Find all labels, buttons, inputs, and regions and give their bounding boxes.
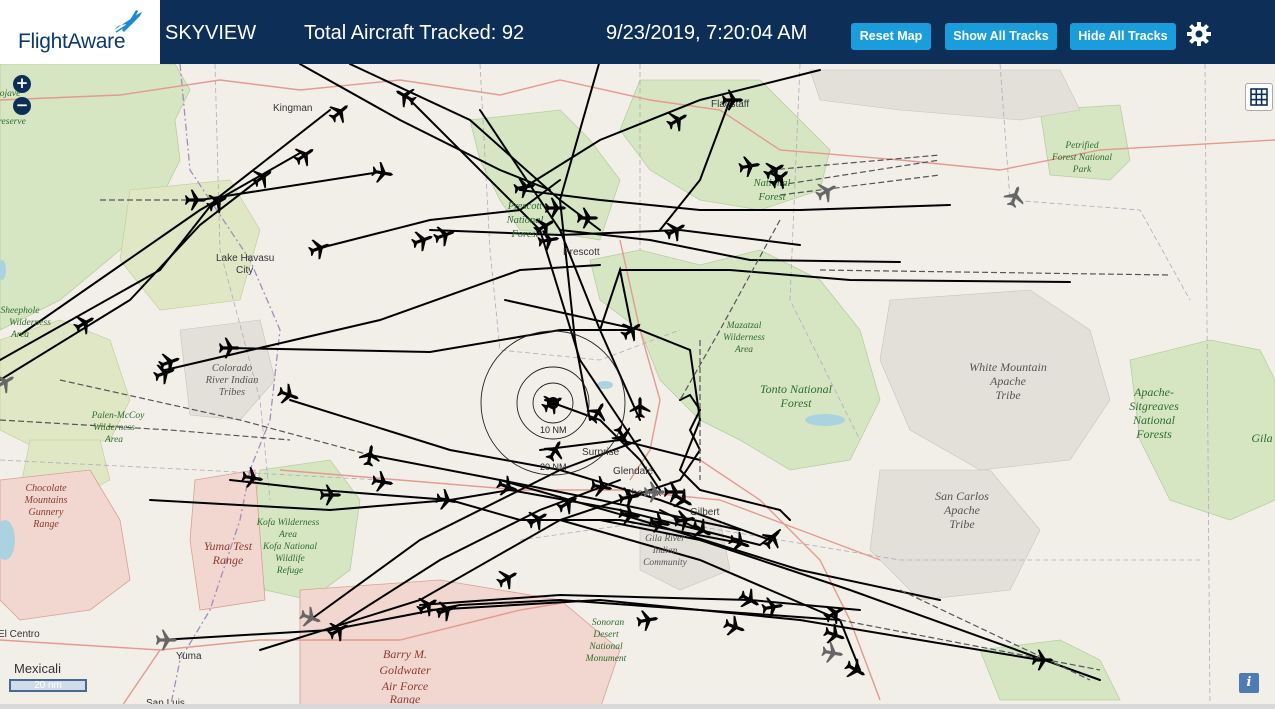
svg-text:Forest: Forest [757,192,786,203]
svg-text:Yuma Test: Yuma Test [204,539,253,553]
label-prescott: Prescott [563,247,600,258]
svg-text:Kofa Wilderness: Kofa Wilderness [256,517,320,528]
svg-text:Range: Range [32,519,59,530]
svg-text:Kofa National: Kofa National [262,541,317,552]
svg-text:Gila: Gila [1251,431,1272,445]
range-label-10nm: 10 NM [540,425,567,435]
svg-text:San Carlos: San Carlos [935,489,989,503]
svg-text:Tonto National: Tonto National [760,382,833,396]
svg-text:Apache-: Apache- [1133,385,1174,399]
gear-icon[interactable] [1186,21,1212,47]
svg-text:Sheephole: Sheephole [0,306,39,316]
svg-text:Tribe: Tribe [949,517,975,531]
logo-text: FlightAware [18,30,126,53]
label-lake-havasu-city: City [236,265,253,276]
svg-text:National: National [1132,413,1176,427]
svg-text:Gunnery: Gunnery [29,507,65,518]
label-surprise: Surprise [582,447,620,458]
grid-icon [1250,88,1268,106]
svg-text:Tribes: Tribes [219,387,245,398]
label-glendale: Glendale [613,466,653,477]
label-el-centro: El Centro [0,629,40,640]
svg-text:Mazatzal: Mazatzal [726,321,762,331]
svg-text:Refuge: Refuge [276,565,303,576]
range-label-20nm: 20 NM [540,462,567,472]
svg-text:Area: Area [104,435,123,445]
top-bar: FlightAware SKYVIEW Total Aircraft Track… [0,0,1275,64]
svg-text:Sonoran: Sonoran [592,618,624,628]
svg-text:Area: Area [10,330,29,340]
svg-text:Apache: Apache [989,374,1027,388]
svg-text:National: National [588,642,623,652]
svg-text:Area: Area [278,530,297,540]
svg-text:Forests: Forests [1135,427,1172,441]
svg-text:Petrified: Petrified [1064,140,1098,151]
svg-text:Mountains: Mountains [24,495,68,506]
info-button[interactable]: i [1239,673,1259,693]
svg-text:Range: Range [212,553,244,567]
label-mexicali: Mexicali [14,661,61,676]
svg-text:River Indian: River Indian [205,375,259,386]
svg-text:Indian: Indian [652,546,678,556]
svg-text:Colorado: Colorado [212,363,252,374]
aircraft-count: Total Aircraft Tracked: 92 [304,22,525,44]
svg-text:Air Force: Air Force [381,679,429,693]
map-view[interactable]: 10 NM 20 NM Kingman Flagstaff Lake Havas… [0,64,1275,709]
svg-text:reserve: reserve [0,117,26,127]
svg-text:Wilderness: Wilderness [93,423,135,433]
svg-text:Forest National: Forest National [1051,153,1112,163]
svg-text:Apache: Apache [943,503,981,517]
label-kingman: Kingman [273,103,312,114]
zoom-in-button[interactable]: + [13,75,31,93]
label-yuma: Yuma [176,651,202,662]
svg-text:White Mountain: White Mountain [969,360,1047,374]
app-name: SKYVIEW [165,22,257,44]
svg-text:Wilderness: Wilderness [9,318,51,328]
scale-bar: 20 nm [9,679,87,692]
svg-text:Chocolate: Chocolate [25,483,67,494]
svg-text:Prescott: Prescott [507,201,544,212]
map-canvas[interactable]: 10 NM 20 NM Kingman Flagstaff Lake Havas… [0,64,1275,709]
datetime: 9/23/2019, 7:20:04 AM [606,22,808,44]
grid-layer-button[interactable] [1245,83,1273,111]
svg-text:Palen-McCoy: Palen-McCoy [91,411,146,421]
svg-text:Wildlife: Wildlife [275,553,305,564]
flightaware-logo[interactable]: FlightAware [0,0,160,64]
svg-text:Park: Park [1072,165,1092,175]
label-gilbert: Gilbert [690,507,720,518]
svg-text:Forest: Forest [780,396,813,410]
svg-text:Forest: Forest [510,229,539,240]
svg-text:Barry M.: Barry M. [383,647,427,661]
zoom-out-button[interactable]: − [13,97,31,115]
show-all-tracks-button[interactable]: Show All Tracks [945,23,1057,50]
svg-text:Tribe: Tribe [995,388,1021,402]
svg-text:Area: Area [734,345,753,355]
svg-text:Community: Community [643,558,688,568]
svg-text:Gila River: Gila River [645,534,685,544]
svg-text:Wilderness: Wilderness [723,333,765,343]
svg-text:Desert: Desert [592,630,619,640]
svg-text:Monument: Monument [585,654,627,664]
hide-all-tracks-button[interactable]: Hide All Tracks [1070,23,1176,50]
label-lake-havasu: Lake Havasu [216,253,274,264]
svg-text:Goldwater: Goldwater [379,663,431,677]
bottom-scrollbar [0,704,1275,709]
reset-map-button[interactable]: Reset Map [851,23,931,50]
svg-text:Sitgreaves: Sitgreaves [1129,399,1179,413]
